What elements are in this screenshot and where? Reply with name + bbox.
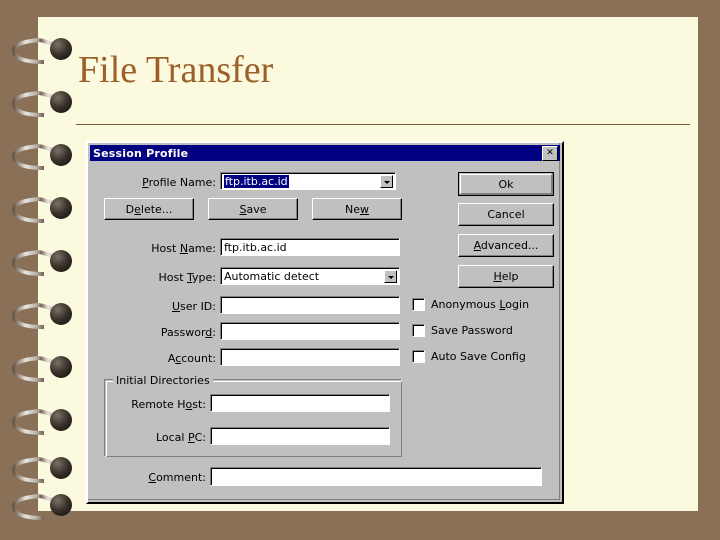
anonymous-login-checkbox-row[interactable]: Anonymous Login <box>412 298 529 311</box>
host-name-value: ftp.itb.ac.id <box>224 241 287 254</box>
comment-input[interactable] <box>210 467 542 486</box>
chevron-down-icon[interactable] <box>380 175 393 188</box>
initial-directories-label: Initial Directories <box>113 374 213 387</box>
account-label: Account: <box>167 352 216 365</box>
profile-name-label: Profile Name: <box>142 176 216 189</box>
host-name-input[interactable]: ftp.itb.ac.id <box>220 238 400 256</box>
profile-name-combo[interactable]: ftp.itb.ac.id <box>220 172 396 190</box>
chevron-down-icon[interactable] <box>384 270 397 283</box>
save-password-label: Save Password <box>431 324 513 337</box>
anonymous-login-checkbox[interactable] <box>412 298 425 311</box>
new-button[interactable]: New <box>312 198 402 220</box>
help-button[interactable]: Help <box>458 265 554 288</box>
title-divider <box>76 124 690 125</box>
host-type-value: Automatic detect <box>224 270 320 283</box>
password-label: Password: <box>160 326 216 339</box>
user-id-label: User ID: <box>171 300 216 313</box>
account-input[interactable] <box>220 348 400 366</box>
user-id-input[interactable] <box>220 296 400 314</box>
cancel-button[interactable]: Cancel <box>458 203 554 226</box>
auto-save-config-checkbox-row[interactable]: Auto Save Config <box>412 350 526 363</box>
save-password-checkbox[interactable] <box>412 324 425 337</box>
advanced-button-label: Advanced... <box>473 239 539 252</box>
new-button-label: New <box>345 202 369 216</box>
help-button-label: Help <box>493 270 519 283</box>
host-type-label: Host Type: <box>158 271 216 284</box>
comment-label: Comment: <box>148 471 206 484</box>
initial-directories-group: Initial Directories <box>104 374 402 457</box>
ok-button-label: Ok <box>498 177 514 191</box>
cancel-button-label: Cancel <box>487 208 525 221</box>
advanced-button[interactable]: Advanced... <box>458 234 554 257</box>
close-icon[interactable]: ✕ <box>542 145 558 161</box>
host-name-label: Host Name: <box>151 242 216 255</box>
remote-host-input[interactable] <box>210 394 390 412</box>
save-password-checkbox-row[interactable]: Save Password <box>412 324 513 337</box>
session-profile-dialog: Session Profile ✕ Profile Name: ftp.itb.… <box>86 141 564 504</box>
ok-button[interactable]: Ok <box>458 172 554 196</box>
dialog-title: Session Profile <box>93 146 189 160</box>
delete-button[interactable]: Delete... <box>104 198 194 220</box>
local-pc-input[interactable] <box>210 427 390 445</box>
auto-save-config-checkbox[interactable] <box>412 350 425 363</box>
save-button-label: Save <box>239 202 267 216</box>
password-input[interactable] <box>220 322 400 340</box>
delete-button-label: Delete... <box>125 202 173 216</box>
remote-host-label: Remote Host: <box>131 398 206 411</box>
dialog-titlebar[interactable]: Session Profile ✕ <box>90 145 560 161</box>
save-button[interactable]: Save <box>208 198 298 220</box>
profile-name-value: ftp.itb.ac.id <box>224 175 289 188</box>
slide: File Transfer Session Profile ✕ Profile … <box>0 0 720 540</box>
group-bevel <box>106 381 402 457</box>
page-title: File Transfer <box>78 49 274 91</box>
host-type-combo[interactable]: Automatic detect <box>220 267 400 285</box>
anonymous-login-label: Anonymous Login <box>431 298 530 311</box>
local-pc-label: Local PC: <box>155 431 206 444</box>
auto-save-config-label: Auto Save Config <box>431 350 526 363</box>
